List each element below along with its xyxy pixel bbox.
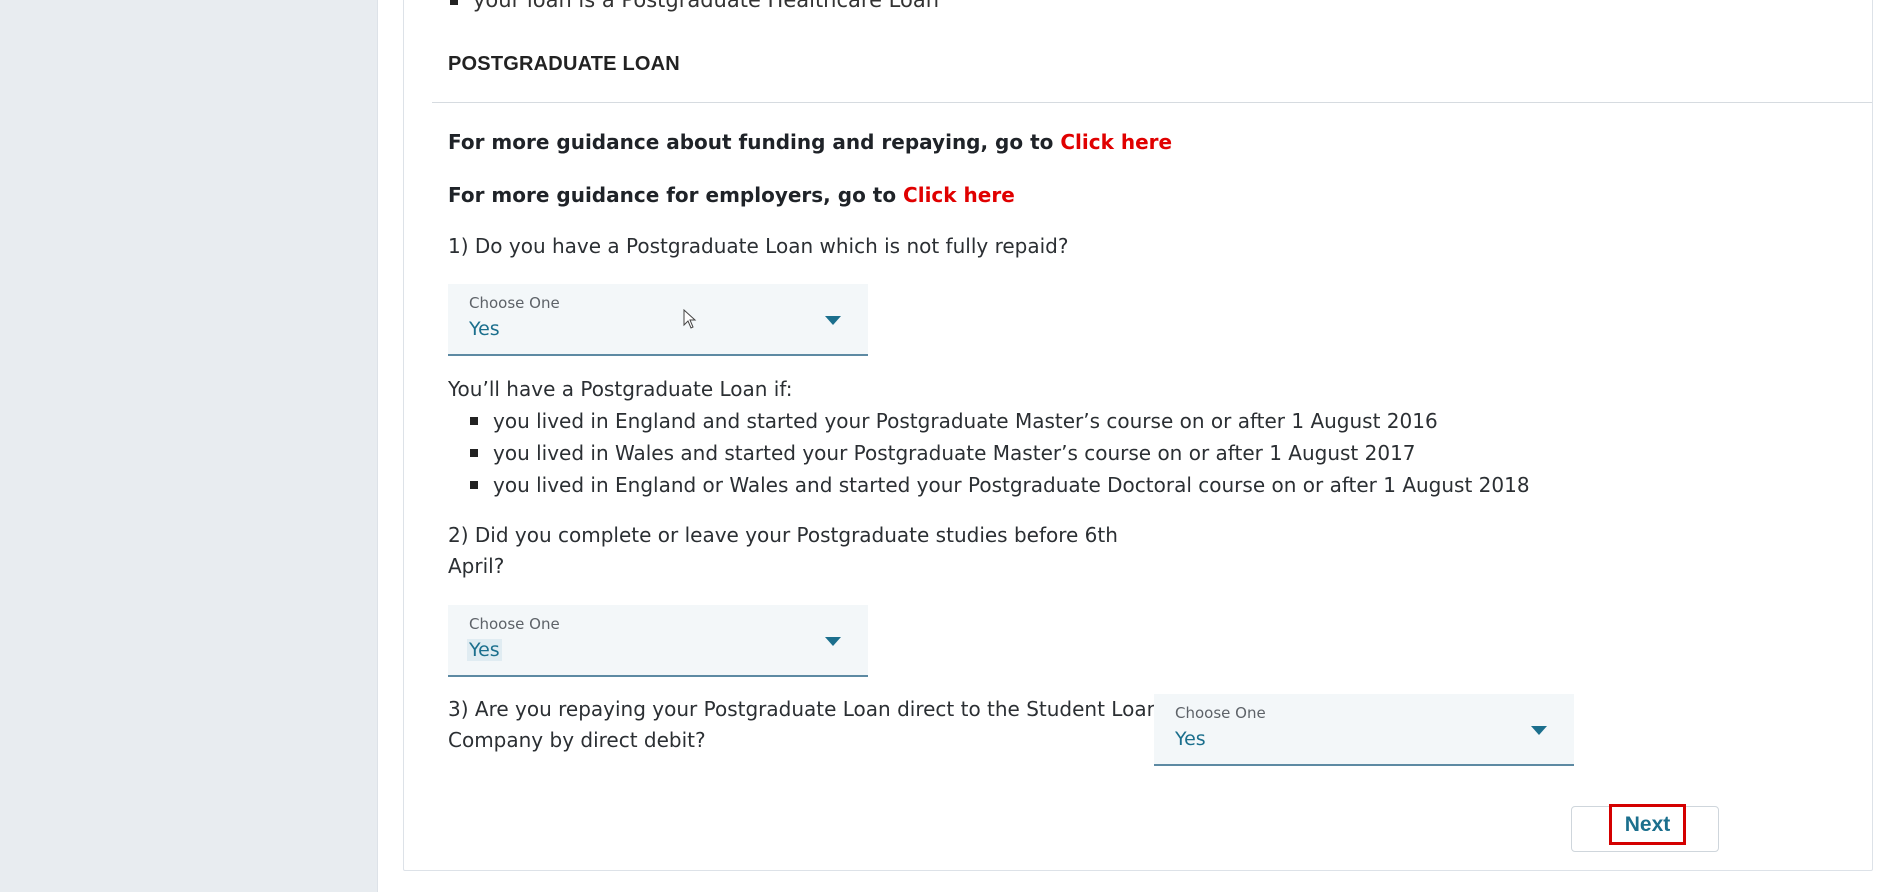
question-3-select[interactable]: Choose One Yes — [1154, 694, 1574, 766]
section-divider — [432, 102, 1872, 103]
list-item: you lived in England and started your Po… — [470, 405, 1530, 437]
clipped-list-item: your loan is a Postgraduate Healthcare L… — [450, 0, 939, 12]
question-3-label: 3) Are you repaying your Postgraduate Lo… — [448, 697, 1170, 752]
question-2-select[interactable]: Choose One Yes — [448, 605, 868, 677]
funding-guidance-link[interactable]: Click here — [1060, 130, 1172, 154]
select-label: Choose One — [1175, 704, 1266, 722]
select-value: Yes — [467, 639, 502, 661]
employer-guidance-link[interactable]: Click here — [903, 183, 1015, 207]
square-bullet-icon — [470, 416, 478, 425]
funding-guidance: For more guidance about funding and repa… — [448, 130, 1173, 154]
mouse-pointer-icon — [683, 309, 697, 329]
select-label: Choose One — [469, 294, 560, 312]
square-bullet-icon — [450, 0, 458, 5]
caret-down-icon — [1531, 726, 1547, 735]
caret-down-icon — [825, 316, 841, 325]
info-list: you lived in England and started your Po… — [470, 405, 1530, 501]
next-button[interactable]: Next — [1571, 804, 1719, 852]
list-item: you lived in England or Wales and starte… — [470, 469, 1530, 501]
info-title: You’ll have a Postgraduate Loan if: — [448, 377, 793, 401]
square-bullet-icon — [470, 480, 478, 489]
select-value: Yes — [1175, 728, 1206, 750]
select-label: Choose One — [469, 615, 560, 633]
select-value: Yes — [469, 318, 500, 340]
square-bullet-icon — [470, 448, 478, 457]
question-1-label: 1) Do you have a Postgraduate Loan which… — [448, 234, 1069, 258]
caret-down-icon — [825, 637, 841, 646]
left-sidebar — [0, 0, 378, 892]
question-1-select[interactable]: Choose One Yes — [448, 284, 868, 356]
list-item: you lived in Wales and started your Post… — [470, 437, 1530, 469]
employer-guidance: For more guidance for employers, go to C… — [448, 183, 1015, 207]
section-title: POSTGRADUATE LOAN — [448, 53, 680, 75]
next-button-label: Next — [1609, 804, 1686, 845]
question-2-label: 2) Did you complete or leave your Postgr… — [448, 523, 1118, 578]
